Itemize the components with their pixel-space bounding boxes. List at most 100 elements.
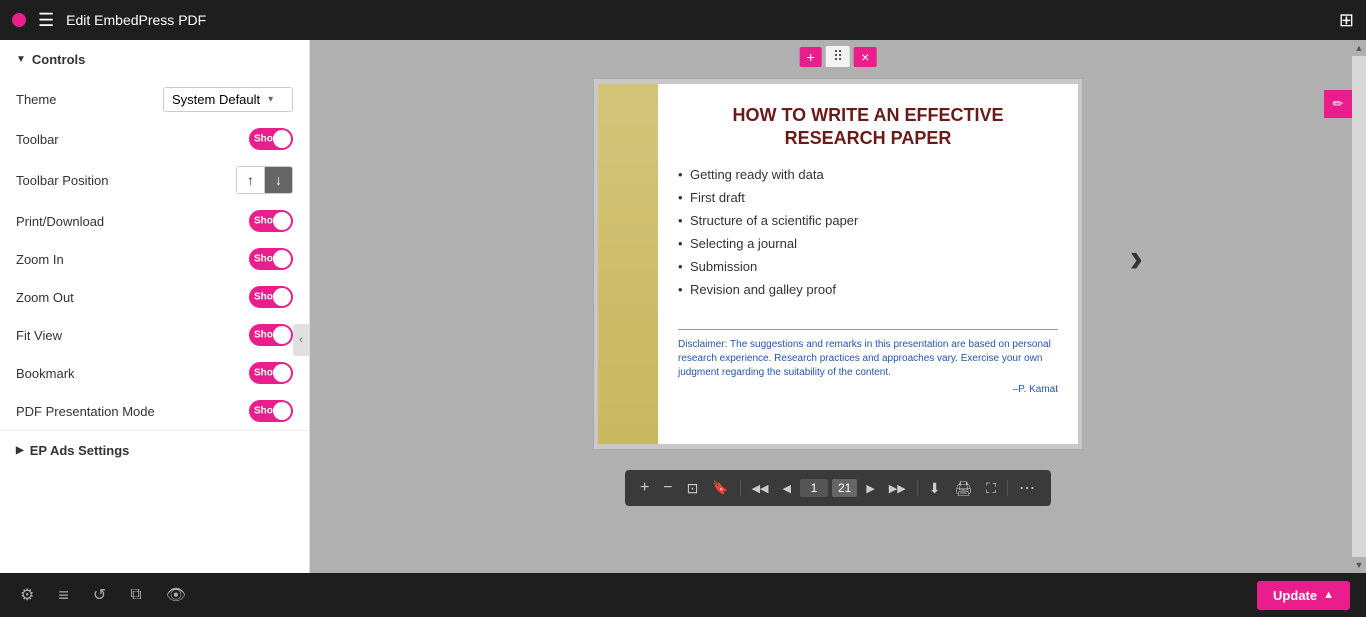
print-download-toggle[interactable]: Show [249,210,293,232]
zoom-out-toggle-label: Show [254,292,281,303]
theme-value: System Default [172,92,260,107]
print-download-row: Print/Download Show [0,202,309,240]
zoom-in-label: Zoom In [16,252,64,267]
scroll-up-button[interactable]: ▲ [1352,40,1366,56]
brand-circle [12,13,26,27]
controls-section-header[interactable]: ▼ Controls [0,40,309,79]
zoom-out-label: Zoom Out [16,290,74,305]
update-label: Update [1273,588,1317,603]
zoom-in-toggle-label: Show [254,254,281,265]
visibility-icon-button[interactable]: 👁 [162,581,190,609]
pdf-container: HOW TO WRITE AN EFFECTIVE RESEARCH PAPER… [593,78,1083,450]
pdf-title: HOW TO WRITE AN EFFECTIVE RESEARCH PAPER [678,104,1058,151]
pdf-content: HOW TO WRITE AN EFFECTIVE RESEARCH PAPER… [658,84,1078,444]
collapse-handle[interactable]: ‹ [293,324,309,356]
grid-icon[interactable]: ⊞ [1339,10,1354,31]
zoom-out-toggle[interactable]: Show [249,286,293,308]
pdf-author: –P. Kamat [678,384,1058,395]
print-download-label: Print/Download [16,214,104,229]
fullscreen-button[interactable]: ⛶ [981,478,1001,499]
scroll-track [1352,56,1366,557]
top-bar: ☰ Edit EmbedPress PDF ⊞ [0,0,1366,40]
zoom-out-button[interactable]: − [658,477,677,499]
block-close-button[interactable]: × [854,47,876,67]
pdf-presentation-label: PDF Presentation Mode [16,404,155,419]
fit-button[interactable]: ⊡ [682,478,704,499]
toolbar-sep-2 [917,480,918,496]
hamburger-icon[interactable]: ☰ [38,10,54,31]
controls-arrow-icon: ▼ [16,54,26,65]
bookmark-label: Bookmark [16,366,75,381]
page-title: Edit EmbedPress PDF [66,12,1327,28]
bookmark-toggle[interactable]: Show [249,362,293,384]
list-item: Selecting a journal [678,236,1058,251]
ads-settings-section[interactable]: ▶ EP Ads Settings [0,430,309,470]
theme-row: Theme System Default ▾ [0,79,309,120]
update-button[interactable]: Update ▲ [1257,581,1350,610]
pdf-inner: HOW TO WRITE AN EFFECTIVE RESEARCH PAPER… [598,84,1078,444]
fit-view-toggle[interactable]: Show [249,324,293,346]
toolbar-position-btn-group: ↑ ↓ [236,166,293,194]
next-page-button[interactable]: ▶ [861,480,879,497]
ads-settings-label: EP Ads Settings [30,443,130,458]
ads-arrow-icon: ▶ [16,445,24,456]
toolbar-down-button[interactable]: ↓ [265,167,292,193]
bottom-bar: ⚙ ≡ ↺ ⧉ 👁 Update ▲ [0,573,1366,617]
update-chevron-icon: ▲ [1323,589,1334,601]
bookmark-toggle-label: Show [254,368,281,379]
next-slide-button[interactable]: › [1130,237,1143,282]
fit-view-toggle-label: Show [254,330,281,341]
responsive-icon-button[interactable]: ⧉ [126,582,145,608]
toolbar-toggle[interactable]: Show [249,128,293,150]
history-icon-button[interactable]: ↺ [89,581,110,609]
fit-view-row: Fit View Show [0,316,309,354]
edit-pencil-button[interactable]: ✏ [1324,90,1352,118]
skip-forward-button[interactable]: ▶▶ [884,480,911,497]
toolbar-toggle-wrap: Show [249,128,293,150]
block-add-button[interactable]: + [800,47,822,67]
pdf-presentation-toggle[interactable]: Show [249,400,293,422]
bookmark-row: Bookmark Show [0,354,309,392]
skip-back-button[interactable]: ◀◀ [747,480,774,497]
dropdown-arrow-icon: ▾ [268,94,273,105]
pdf-presentation-toggle-label: Show [254,406,281,417]
settings-icon-button[interactable]: ⚙ [16,581,38,609]
pdf-divider [678,329,1058,330]
toolbar-up-button[interactable]: ↑ [237,167,265,193]
right-scrollbar[interactable]: ▲ ▼ [1352,40,1366,573]
toolbar-toggle-label: Show [254,134,281,145]
page-total: 21 [832,479,857,497]
layers-icon-button[interactable]: ≡ [54,581,73,610]
list-item: Submission [678,259,1058,274]
page-input[interactable] [800,479,828,497]
toolbar-row: Toolbar Show [0,120,309,158]
toolbar-sep-1 [740,480,741,496]
pdf-toolbar: + − ⊡ 🔖 ◀◀ ◀ 21 ▶ ▶▶ ⬇ 🖨 ⛶ ⋯ [625,470,1051,506]
zoom-in-row: Zoom In Show [0,240,309,278]
list-item: First draft [678,190,1058,205]
pdf-slide: HOW TO WRITE AN EFFECTIVE RESEARCH PAPER… [598,84,1078,444]
pdf-left-bar [598,84,658,444]
zoom-in-toggle[interactable]: Show [249,248,293,270]
controls-label: Controls [32,52,85,67]
block-drag-handle[interactable]: ⠿ [826,46,850,67]
prev-button[interactable]: ◀ [777,480,795,497]
left-panel: ▼ Controls Theme System Default ▾ Toolba… [0,40,310,573]
theme-label: Theme [16,92,56,107]
toolbar-label: Toolbar [16,132,59,147]
print-button[interactable]: 🖨 [949,478,977,499]
toolbar-position-label: Toolbar Position [16,173,109,188]
print-download-toggle-label: Show [254,216,281,227]
more-button[interactable]: ⋯ [1014,476,1041,500]
fit-view-label: Fit View [16,328,62,343]
download-button[interactable]: ⬇ [924,478,946,499]
content-area: + ⠿ × ✏ ▲ ▼ HOW TO WRITE AN EFFECTIVE [310,40,1366,573]
bookmark-button[interactable]: 🔖 [707,478,733,498]
scroll-down-button[interactable]: ▼ [1352,557,1366,573]
zoom-in-button[interactable]: + [635,477,654,499]
theme-dropdown[interactable]: System Default ▾ [163,87,293,112]
block-toolbar: + ⠿ × [796,42,881,71]
zoom-out-row: Zoom Out Show [0,278,309,316]
main-layout: ▼ Controls Theme System Default ▾ Toolba… [0,40,1366,573]
list-item: Revision and galley proof [678,282,1058,297]
